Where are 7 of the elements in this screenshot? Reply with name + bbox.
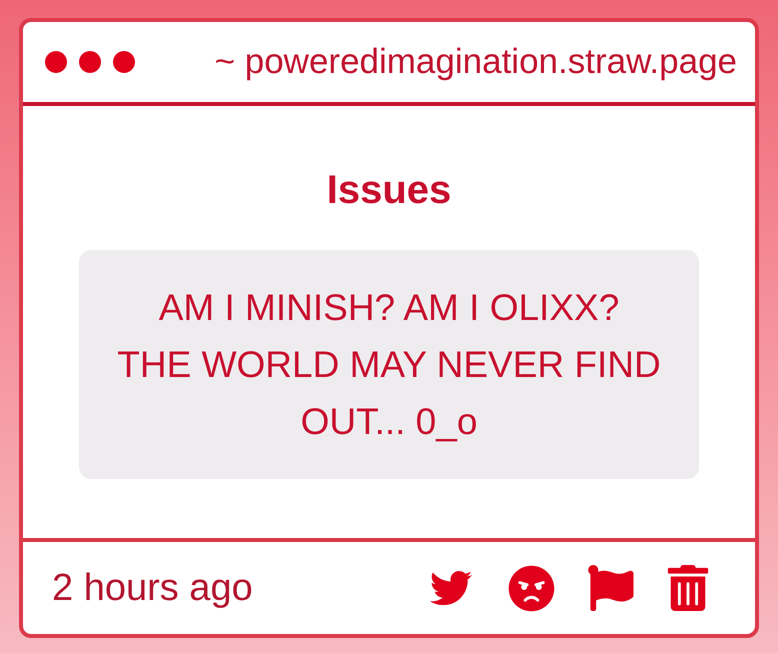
post-time: 2 hours ago bbox=[52, 566, 253, 610]
window-title: ~ poweredimagination.straw.page bbox=[214, 41, 737, 83]
trash-icon[interactable] bbox=[666, 565, 710, 611]
post-heading: Issues bbox=[326, 168, 452, 212]
angry-face-icon[interactable] bbox=[508, 564, 555, 612]
message-text: AM I MINISH? AM I OLIXX? THE WORLD MAY NEVER FIND OUT... 0_o bbox=[116, 286, 662, 444]
flag-icon[interactable] bbox=[587, 565, 634, 611]
